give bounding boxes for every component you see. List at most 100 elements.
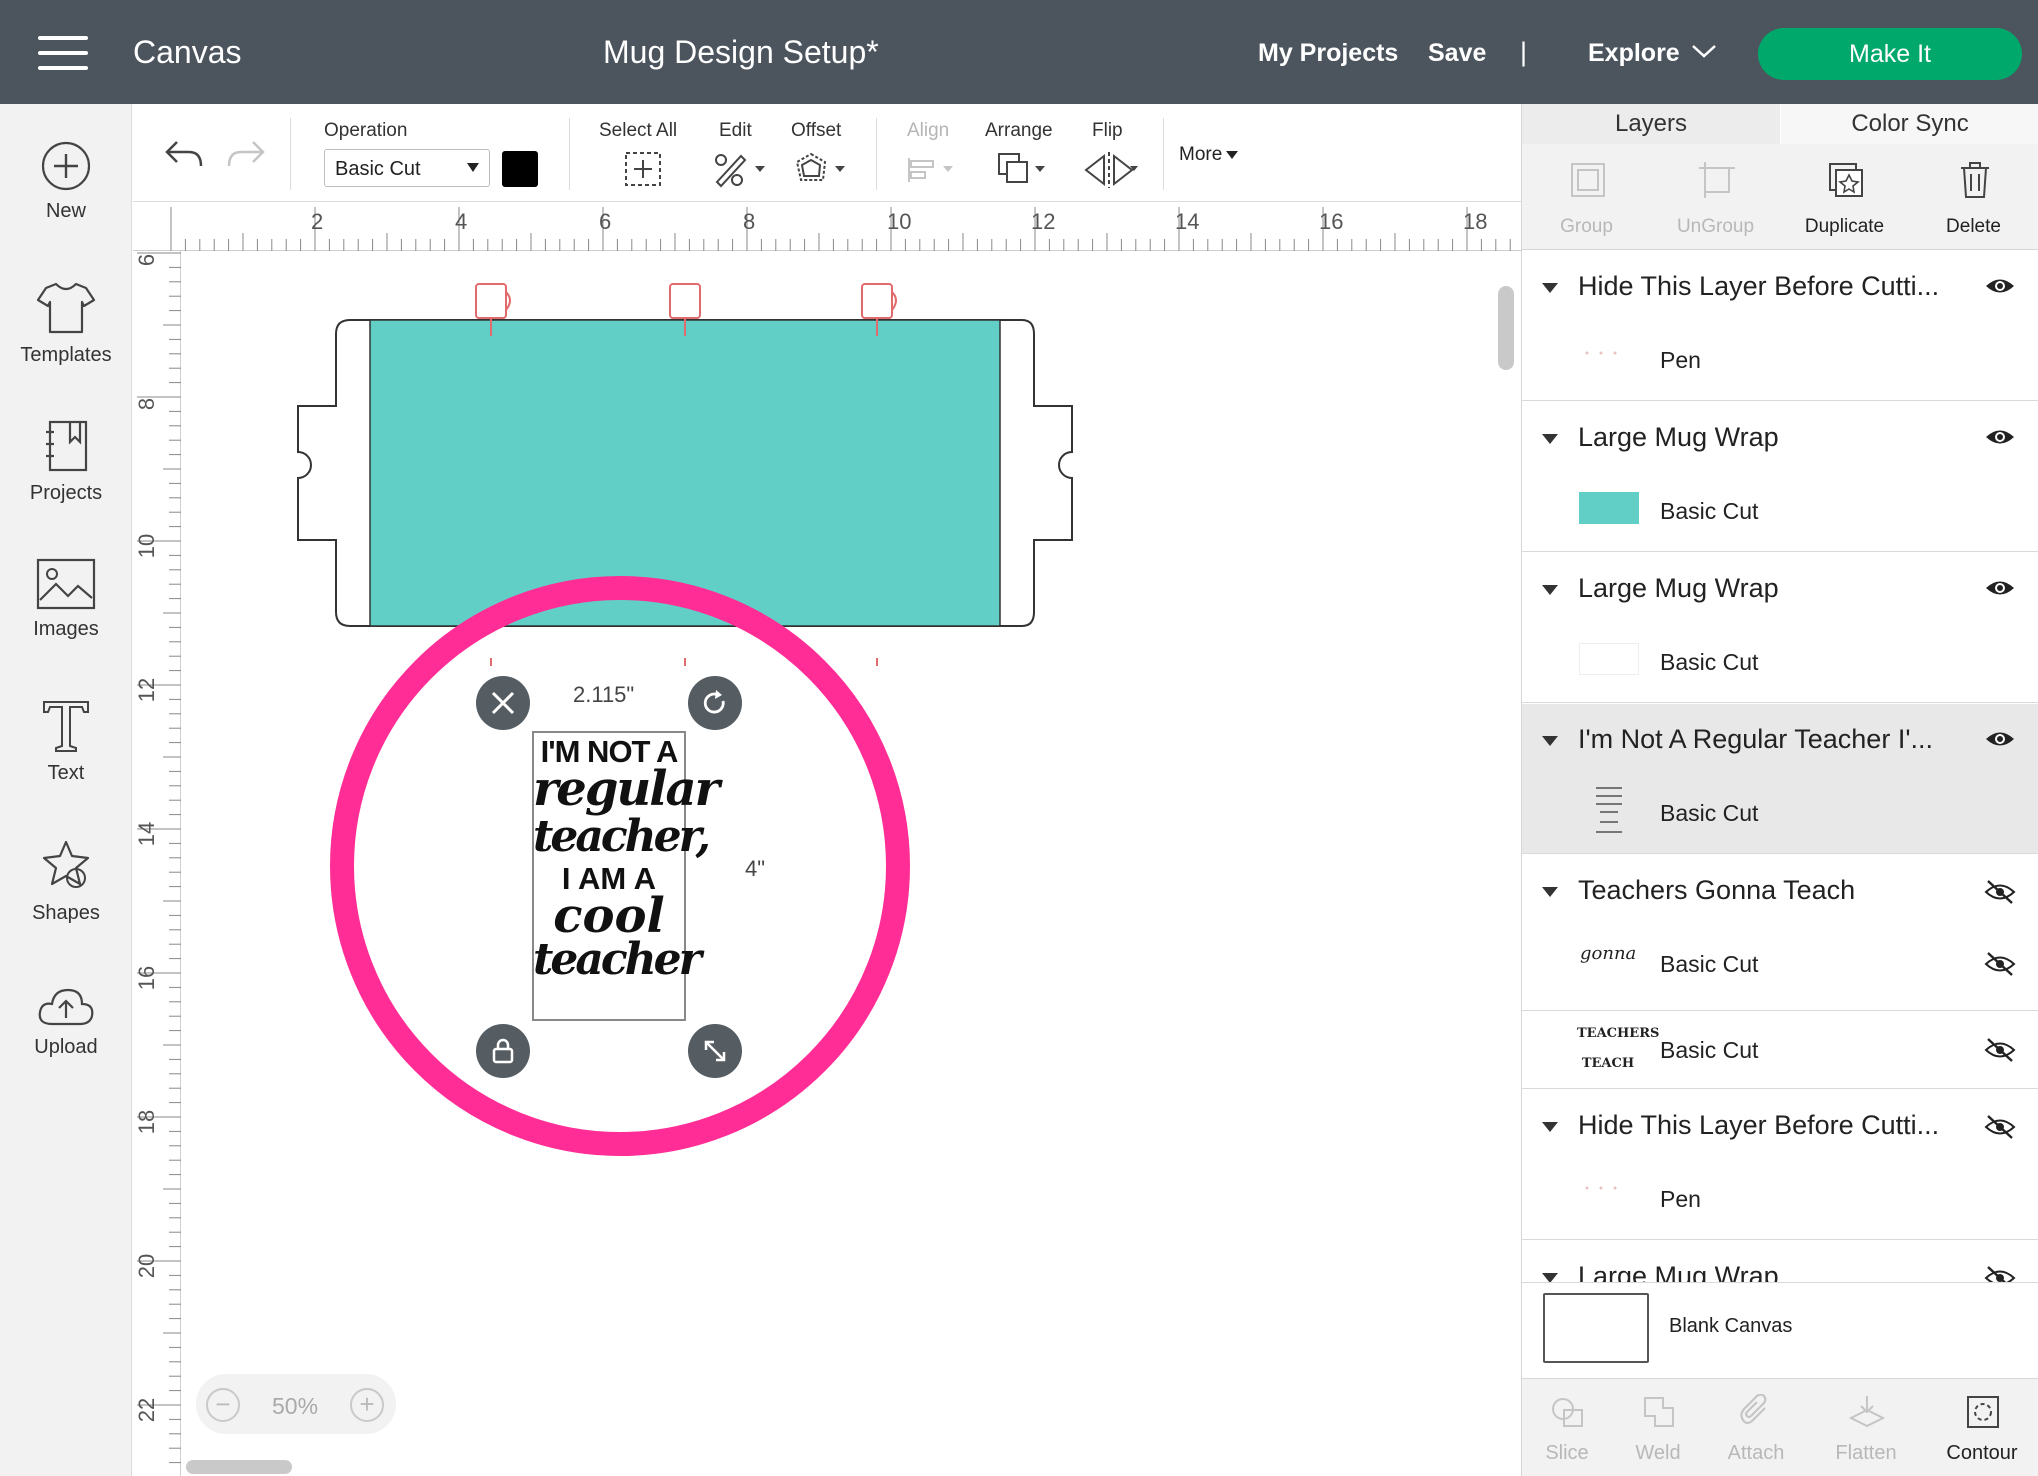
collapse-triangle-icon[interactable] <box>1542 736 1558 746</box>
collapse-triangle-icon[interactable] <box>1542 585 1558 595</box>
blank-canvas-swatch[interactable] <box>1543 1293 1649 1363</box>
save-link[interactable]: Save <box>1428 39 1486 68</box>
resize-handle[interactable] <box>688 1024 742 1078</box>
blank-canvas-row: Blank Canvas <box>1522 1282 2038 1372</box>
layer-row[interactable]: TEACHERS TEACH Basic Cut <box>1522 1013 2038 1085</box>
hamburger-menu-icon[interactable] <box>38 36 88 70</box>
arrange-icon[interactable] <box>995 150 1051 190</box>
slice-button[interactable]: Slice <box>1517 1386 1617 1476</box>
collapse-triangle-icon[interactable] <box>1542 1122 1558 1132</box>
eye-icon[interactable] <box>1984 728 2016 750</box>
flatten-button[interactable]: Flatten <box>1816 1386 1916 1476</box>
undo-icon[interactable] <box>161 134 205 174</box>
explore-link[interactable]: Explore <box>1588 39 1680 68</box>
design-canvas[interactable] <box>182 252 1521 1458</box>
ungroup-button[interactable]: UnGroup <box>1651 144 1780 250</box>
duplicate-button[interactable]: Duplicate <box>1780 144 1909 250</box>
layer-header[interactable]: Large Mug Wrap <box>1522 553 2038 625</box>
eye-icon[interactable] <box>1984 426 2016 448</box>
layer-group: Large Mug Wrap Basic Cut <box>1522 402 2038 552</box>
duplicate-label: Duplicate <box>1804 216 1885 237</box>
eye-icon[interactable] <box>1984 577 2016 599</box>
ungroup-label: UnGroup <box>1676 216 1755 237</box>
operation-value: Basic Cut <box>335 158 421 180</box>
offset-icon[interactable] <box>793 150 849 188</box>
select-all-label: Select All <box>599 120 678 141</box>
sidebar-label-templates: Templates <box>20 344 112 366</box>
collapse-triangle-icon[interactable] <box>1542 283 1558 293</box>
sidebar-item-shapes[interactable]: Shapes <box>0 838 132 958</box>
flip-icon[interactable] <box>1080 150 1140 190</box>
zoom-in-button[interactable]: + <box>350 1388 384 1422</box>
layer-header[interactable]: I'm Not A Regular Teacher I'... <box>1522 704 2038 776</box>
edit-scissors-icon[interactable] <box>711 150 767 188</box>
layer-row-label: Basic Cut <box>1660 649 1759 675</box>
zoom-out-button[interactable]: − <box>206 1388 240 1422</box>
redo-icon[interactable] <box>225 134 269 174</box>
eye-hidden-icon[interactable] <box>1984 1037 2016 1063</box>
my-projects-link[interactable]: My Projects <box>1258 39 1398 68</box>
design-line: teacher <box>533 934 702 985</box>
delete-button[interactable]: Delete <box>1909 144 2038 250</box>
make-it-button[interactable]: Make It <box>1758 28 2022 80</box>
attach-button[interactable]: Attach <box>1706 1386 1806 1476</box>
layer-row[interactable]: Pen <box>1522 1162 2038 1234</box>
caret-down-icon <box>467 163 479 172</box>
align-icon[interactable] <box>905 154 957 186</box>
layer-header[interactable]: Teachers Gonna Teach <box>1522 855 2038 927</box>
layer-actions: Group UnGroup Duplicate Delete <box>1522 144 2038 250</box>
vertical-scrollbar[interactable] <box>1498 286 1514 370</box>
layer-header[interactable]: Hide This Layer Before Cutti... <box>1522 1090 2038 1162</box>
operation-color-swatch[interactable] <box>502 151 538 187</box>
sidebar-item-upload[interactable]: Upload <box>0 984 132 1104</box>
contour-button[interactable]: Contour <box>1932 1386 2032 1476</box>
delete-handle[interactable] <box>476 676 530 730</box>
layer-row[interactable]: Basic Cut <box>1522 625 2038 697</box>
layer-row[interactable]: Pen <box>1522 323 2038 395</box>
selection-height-label: 4" <box>745 856 766 881</box>
eye-hidden-icon[interactable] <box>1984 879 2016 905</box>
horizontal-scrollbar[interactable] <box>186 1460 292 1474</box>
sidebar-item-text[interactable]: Text <box>0 698 132 818</box>
attach-label: Attach <box>1727 1442 1785 1464</box>
layer-thumbnail <box>1596 787 1622 833</box>
zoom-control: − 50% + <box>196 1374 396 1434</box>
lock-handle[interactable] <box>476 1024 530 1078</box>
design-text[interactable]: I'M NOT A regular teacher, I AM A cool t… <box>533 734 720 1018</box>
more-button[interactable]: More <box>1179 144 1239 166</box>
toolbar-divider <box>1163 118 1164 190</box>
top-bar: Canvas Mug Design Setup* My Projects Sav… <box>0 0 2038 104</box>
select-all-icon[interactable] <box>623 150 663 188</box>
layers-list: Hide This Layer Before Cutti... Pen Larg… <box>1522 251 2038 1373</box>
layer-row[interactable]: Basic Cut <box>1522 474 2038 546</box>
ruler-top-number: 10 <box>887 209 912 234</box>
layer-header[interactable]: Large Mug Wrap <box>1522 402 2038 474</box>
collapse-triangle-icon[interactable] <box>1542 434 1558 444</box>
eye-hidden-icon[interactable] <box>1984 951 2016 977</box>
resize-arrows-icon <box>704 1040 726 1062</box>
chevron-down-icon[interactable] <box>1690 40 1718 62</box>
group-label: Group <box>1560 216 1613 237</box>
tab-color-sync[interactable]: Color Sync <box>1781 104 2038 144</box>
flatten-icon <box>1849 1396 1885 1428</box>
rotate-handle[interactable] <box>688 676 742 730</box>
tab-layers[interactable]: Layers <box>1522 104 1780 144</box>
ruler-left-number: 14 <box>134 821 160 847</box>
sidebar-item-images[interactable]: Images <box>0 558 132 678</box>
eye-hidden-icon[interactable] <box>1984 1114 2016 1140</box>
flip-label: Flip <box>1092 120 1123 141</box>
eye-icon[interactable] <box>1984 275 2016 297</box>
collapse-triangle-icon[interactable] <box>1542 887 1558 897</box>
ruler-top-number: 16 <box>1319 209 1344 234</box>
layer-row[interactable]: gonna Basic Cut <box>1522 927 2038 1011</box>
sidebar-item-new[interactable]: New <box>0 140 132 260</box>
sidebar-item-templates[interactable]: Templates <box>0 280 132 400</box>
sidebar-item-projects[interactable]: Projects <box>0 418 132 538</box>
layer-header[interactable]: Hide This Layer Before Cutti... <box>1522 251 2038 323</box>
delete-label: Delete <box>1946 216 2001 237</box>
operation-select[interactable]: Basic Cut <box>324 149 490 187</box>
layer-row[interactable]: Basic Cut <box>1522 776 2038 848</box>
selection-width-label: 2.115" <box>573 682 635 707</box>
weld-button[interactable]: Weld <box>1608 1386 1708 1476</box>
group-button[interactable]: Group <box>1522 144 1651 250</box>
